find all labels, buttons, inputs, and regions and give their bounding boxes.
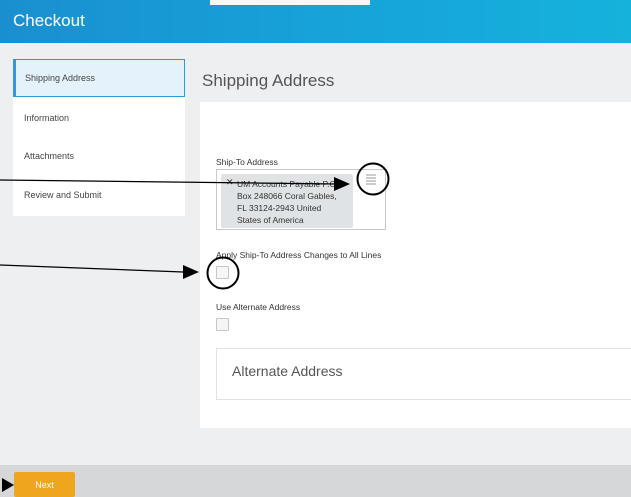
use-alternate-address-checkbox[interactable] xyxy=(216,318,229,331)
section-title: Shipping Address xyxy=(202,71,335,90)
alternate-address-panel: Alternate Address xyxy=(216,348,631,400)
sidebar-item-review-and-submit[interactable]: Review and Submit xyxy=(13,176,185,214)
sidebar-item-attachments[interactable]: Attachments xyxy=(13,137,185,175)
annotation-arrow-line xyxy=(0,264,184,273)
page-title: Checkout xyxy=(13,11,85,30)
ship-to-address-pill: ✕ UM Accounts Payable P.O. Box 248066 Co… xyxy=(221,174,353,228)
sidebar-item-information[interactable]: Information xyxy=(13,99,185,137)
address-line: Box 248066 Coral Gables, xyxy=(237,191,337,201)
address-line: States of America xyxy=(237,215,304,225)
sidebar-item-label: Review and Submit xyxy=(24,190,102,200)
sidebar-item-label: Attachments xyxy=(24,151,75,161)
sidebar-item-shipping-address[interactable]: Shipping Address xyxy=(13,59,185,97)
next-button[interactable]: Next xyxy=(14,472,75,497)
apply-changes-label: Apply Ship-To Address Changes to All Lin… xyxy=(216,250,382,260)
ship-to-address-label: Ship-To Address xyxy=(216,157,278,167)
list-icon[interactable] xyxy=(363,171,379,187)
address-line: UM Accounts Payable P.O. xyxy=(237,179,339,189)
alternate-address-title: Alternate Address xyxy=(232,363,343,379)
remove-address-icon[interactable]: ✕ xyxy=(226,177,234,188)
ship-to-address-value: UM Accounts Payable P.O. Box 248066 Cora… xyxy=(237,178,351,226)
use-alternate-address-label: Use Alternate Address xyxy=(216,302,301,312)
header-gap xyxy=(210,0,370,5)
apply-changes-checkbox[interactable] xyxy=(216,266,229,279)
sidebar-item-label: Shipping Address xyxy=(25,73,96,83)
sidebar-item-label: Information xyxy=(24,113,70,123)
address-line: FL 33124-2943 United xyxy=(237,203,322,213)
annotation-arrowhead xyxy=(183,265,199,279)
ship-to-address-field[interactable]: ✕ UM Accounts Payable P.O. Box 248066 Co… xyxy=(216,169,386,230)
sidebar-nav: Shipping Address Information Attachments… xyxy=(13,59,185,216)
app-header: Checkout xyxy=(0,0,631,43)
footer-bar xyxy=(0,465,631,497)
